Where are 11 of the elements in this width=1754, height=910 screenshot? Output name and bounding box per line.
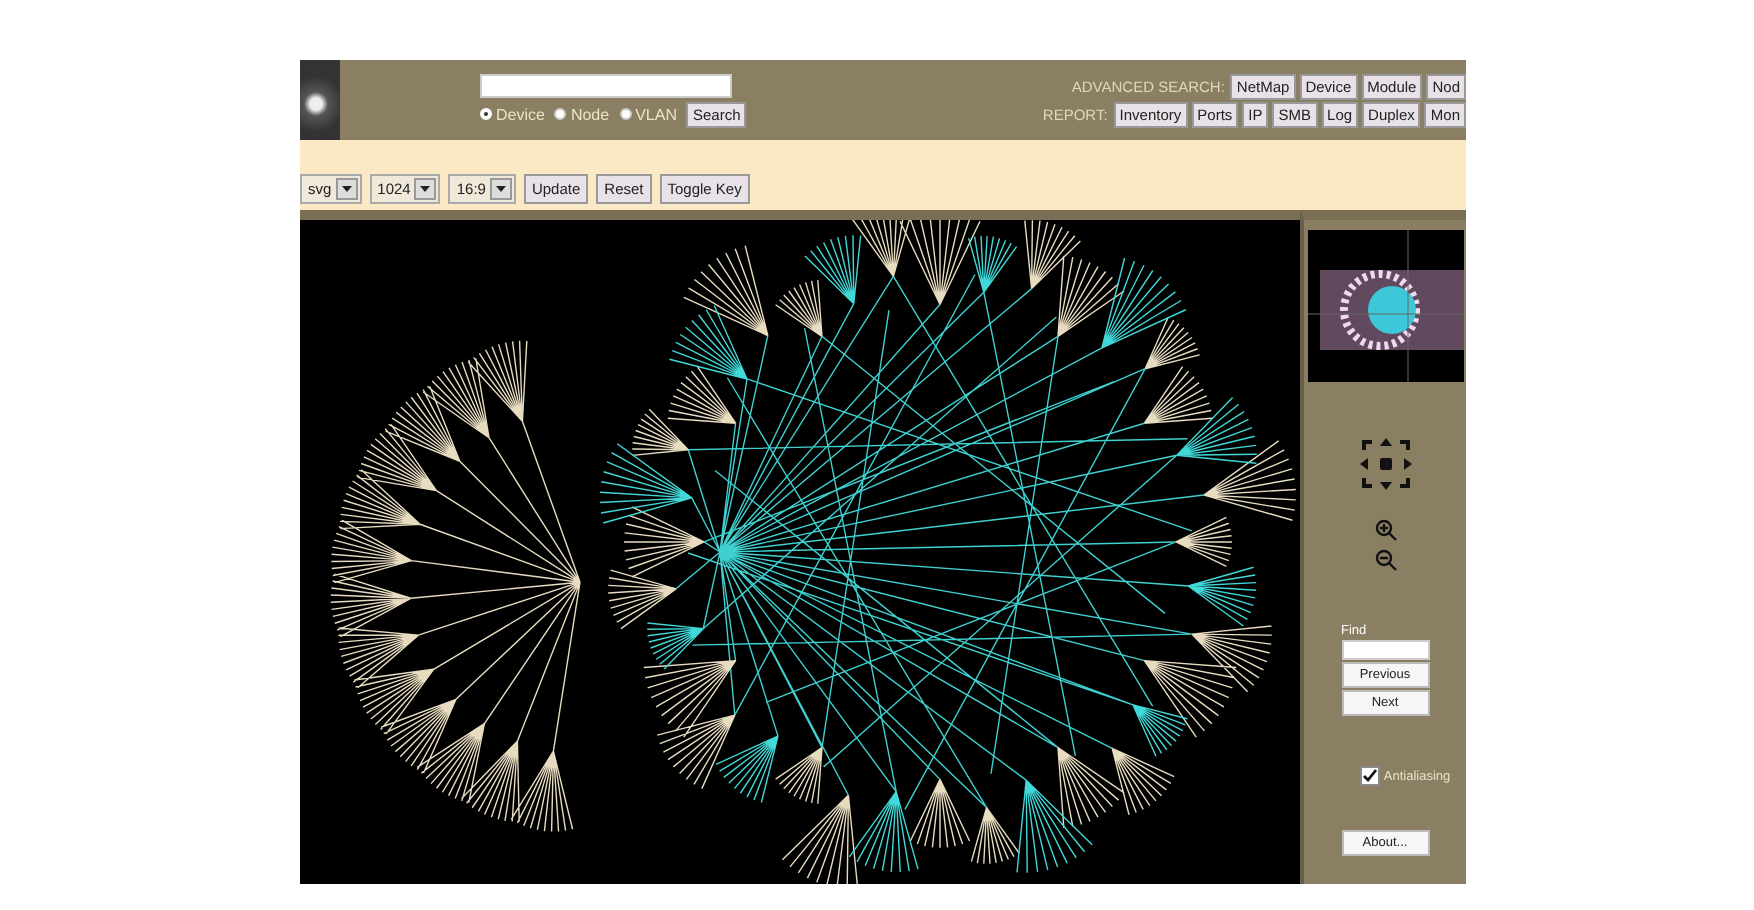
find-field[interactable] xyxy=(1341,640,1429,660)
caret-icon xyxy=(414,178,437,200)
zoom-out-icon[interactable] xyxy=(1373,548,1397,572)
search-field[interactable] xyxy=(480,73,732,97)
caret-icon xyxy=(335,178,358,200)
antialiasing-checkbox[interactable] xyxy=(1359,766,1380,786)
overview-map-drawing[interactable] xyxy=(1307,230,1463,382)
caret-icon xyxy=(489,178,512,200)
pan-arrows-icon[interactable] xyxy=(1355,434,1415,494)
logo-image xyxy=(300,60,340,140)
zoom-in-icon[interactable] xyxy=(1373,518,1397,542)
